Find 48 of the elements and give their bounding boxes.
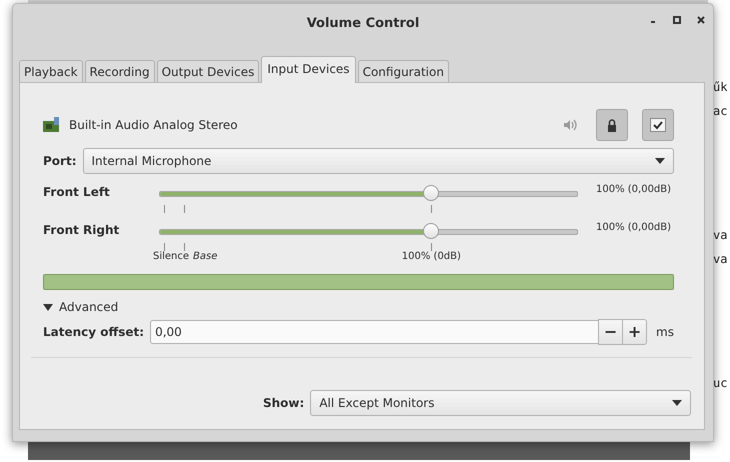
expander-arrow-icon (43, 304, 53, 310)
maximize-icon[interactable] (673, 16, 681, 24)
scale-tick (164, 243, 165, 251)
show-label: Show: (263, 396, 304, 410)
scale-label: Base (193, 251, 218, 262)
checkmark-icon (650, 118, 666, 132)
latency-input[interactable]: 0,00 (150, 320, 600, 344)
advanced-expander[interactable]: Advanced (43, 300, 118, 314)
dropdown-caret-icon (655, 158, 665, 164)
window-title: Volume Control (306, 16, 420, 30)
dropdown-caret-icon (672, 400, 682, 406)
scale-label: 100% (0dB) (402, 251, 461, 262)
close-icon[interactable] (697, 16, 705, 24)
increase-button[interactable]: + (622, 319, 648, 345)
tab[interactable]: Input Devices (261, 56, 356, 83)
channel-name: Front Right (43, 222, 120, 239)
speaker-icon (564, 119, 578, 131)
latency-unit: ms (656, 325, 674, 339)
terminal-text: va (713, 228, 728, 242)
latency-label: Latency offset: (43, 325, 144, 339)
scale-tick (164, 205, 165, 213)
tab[interactable]: Recording (84, 60, 155, 82)
scale-tick (184, 243, 185, 251)
scale-label: Silence (153, 251, 190, 262)
port-label: Port: (43, 154, 76, 168)
terminal-text: va (713, 252, 728, 266)
port-dropdown[interactable]: Internal Microphone (82, 148, 674, 174)
tab[interactable]: Output Devices (156, 60, 260, 82)
show-dropdown[interactable]: All Except Monitors (310, 390, 691, 416)
lock-button[interactable] (596, 109, 628, 141)
decrease-button[interactable]: − (598, 319, 624, 345)
slider-thumb[interactable] (423, 223, 440, 239)
volume-reading: 100% (0,00dB) (595, 221, 672, 235)
scale-tick (431, 243, 432, 251)
tab[interactable]: Configuration (358, 60, 449, 82)
volume-reading: 100% (0,00dB) (595, 183, 672, 197)
slider-thumb[interactable] (423, 185, 440, 201)
default-button[interactable] (642, 109, 674, 141)
terminal-text: uc (713, 376, 728, 390)
lock-icon (607, 118, 617, 132)
sound-card-icon (43, 117, 61, 133)
device-name: Built-in Audio Analog Stereo (69, 118, 239, 132)
terminal-text: űk (713, 80, 728, 94)
terminal-text: ac (713, 104, 728, 118)
channel-name: Front Left (43, 184, 111, 201)
tab[interactable]: Playback (19, 60, 83, 82)
scale-tick (184, 205, 185, 213)
scale-tick (431, 205, 432, 213)
